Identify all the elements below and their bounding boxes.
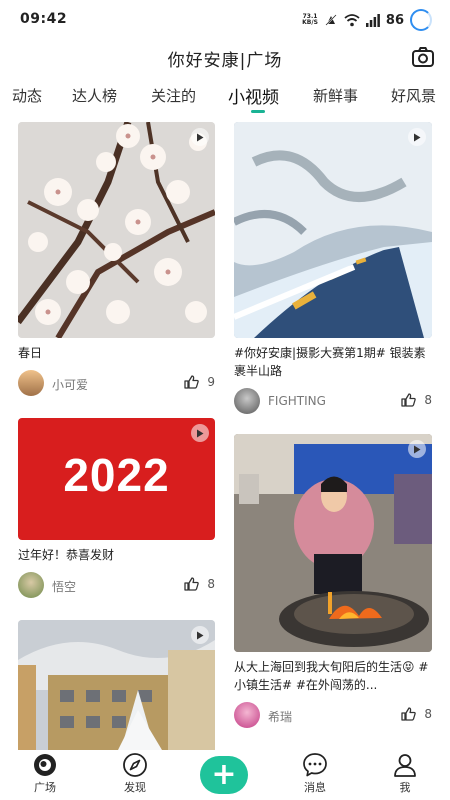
card-meta: 小可爱 9 (18, 370, 215, 396)
avatar[interactable] (234, 702, 260, 728)
active-tab-indicator (251, 110, 265, 113)
video-card[interactable]: 从大上海回到我大旬阳后的生活😝 #小镇生活# #在外闯荡的... 希瑞 8 (234, 434, 432, 728)
author-name[interactable]: FIGHTING (268, 394, 326, 408)
tab-dynamic[interactable]: 动态 (12, 85, 42, 106)
nav-discover[interactable]: 发现 (105, 752, 165, 795)
nav-label: 广场 (34, 781, 56, 794)
tab-following[interactable]: 关注的 (151, 85, 196, 106)
nav-label: 发现 (124, 781, 146, 794)
thumbs-up-icon (184, 577, 200, 591)
like-count[interactable]: 8 (401, 393, 432, 407)
battery-icon (410, 9, 432, 31)
mute-icon (325, 14, 337, 26)
add-post-button[interactable]: + (200, 756, 248, 794)
status-bar: 09:42 73.1 KB/S 86 (0, 0, 450, 40)
tab-scenery[interactable]: 好风景 (391, 85, 436, 106)
avatar[interactable] (18, 572, 44, 598)
card-title: 从大上海回到我大旬阳后的生活😝 #小镇生活# #在外闯荡的... (234, 660, 429, 692)
status-icons: 73.1 KB/S 86 (302, 9, 432, 31)
video-thumbnail[interactable]: 2022 (18, 418, 215, 540)
category-tabs: 动态 达人榜 关注的 小视频 新鲜事 好风景 (0, 80, 450, 114)
play-icon (408, 440, 426, 458)
status-time: 09:42 (20, 11, 68, 27)
video-thumbnail[interactable] (234, 122, 432, 338)
nav-plaza[interactable]: 广场 (15, 752, 75, 795)
fire-pit-image (234, 434, 432, 652)
like-count[interactable]: 9 (184, 375, 215, 389)
card-meta: 悟空 8 (18, 572, 215, 598)
thumbs-up-icon (184, 375, 200, 389)
header: 你好安康|广场 (0, 40, 450, 76)
play-icon (191, 626, 209, 644)
card-title: 过年好！恭喜发财 (18, 548, 115, 562)
video-card[interactable]: #你好安康|摄影大赛第1期# 银装素裹半山路 FIGHTING 8 (234, 122, 432, 414)
video-card[interactable]: 2022 过年好！恭喜发财 悟空 8 (18, 418, 215, 598)
card-title: #你好安康|摄影大赛第1期# 银装素裹半山路 (234, 346, 426, 378)
banner-2022: 2022 (63, 449, 170, 501)
video-thumbnail[interactable] (18, 122, 215, 338)
like-count[interactable]: 8 (401, 707, 432, 721)
video-thumbnail[interactable] (18, 620, 215, 750)
nav-messages[interactable]: 消息 (285, 752, 345, 795)
avatar[interactable] (234, 388, 260, 414)
author-name[interactable]: 悟空 (52, 578, 76, 595)
play-icon (408, 128, 426, 146)
battery-level: 86 (385, 12, 404, 28)
play-icon (191, 424, 209, 442)
video-card[interactable]: 春日 小可爱 9 (18, 122, 215, 396)
nav-label: 我 (399, 781, 411, 794)
nav-me[interactable]: 我 (375, 752, 435, 795)
thumbs-up-icon (401, 393, 417, 407)
card-meta: FIGHTING 8 (234, 388, 432, 414)
author-name[interactable]: 希瑞 (268, 708, 292, 725)
compass-icon (123, 753, 147, 777)
blossom-image (18, 122, 215, 338)
author-name[interactable]: 小可爱 (52, 376, 88, 393)
avatar[interactable] (18, 370, 44, 396)
play-icon (191, 128, 209, 146)
video-card[interactable] (18, 620, 215, 750)
network-speed: 73.1 KB/S (302, 13, 318, 26)
wifi-icon (344, 13, 360, 26)
bottom-nav: 广场 发现 + 消息 我 (0, 750, 450, 800)
tab-short-video[interactable]: 小视频 (228, 83, 279, 108)
signal-icon (365, 13, 380, 27)
tab-news[interactable]: 新鲜事 (313, 85, 358, 106)
card-title: 春日 (18, 346, 43, 360)
thumbs-up-icon (401, 707, 417, 721)
snowy-town-image (18, 620, 215, 750)
nav-label: 消息 (304, 781, 326, 794)
card-meta: 希瑞 8 (234, 702, 432, 728)
tab-top-users[interactable]: 达人榜 (72, 85, 117, 106)
camera-icon[interactable] (410, 44, 436, 70)
video-thumbnail[interactable] (234, 434, 432, 652)
plaza-icon (34, 754, 56, 776)
user-icon (394, 754, 416, 777)
like-count[interactable]: 8 (184, 577, 215, 591)
snowy-road-image (234, 122, 432, 338)
message-icon (303, 753, 327, 777)
video-feed[interactable]: 春日 小可爱 9 2022 过年好！恭喜发财 悟空 8 #你好安康|摄影大赛第1… (0, 118, 450, 750)
page-title: 你好安康|广场 (167, 51, 283, 71)
